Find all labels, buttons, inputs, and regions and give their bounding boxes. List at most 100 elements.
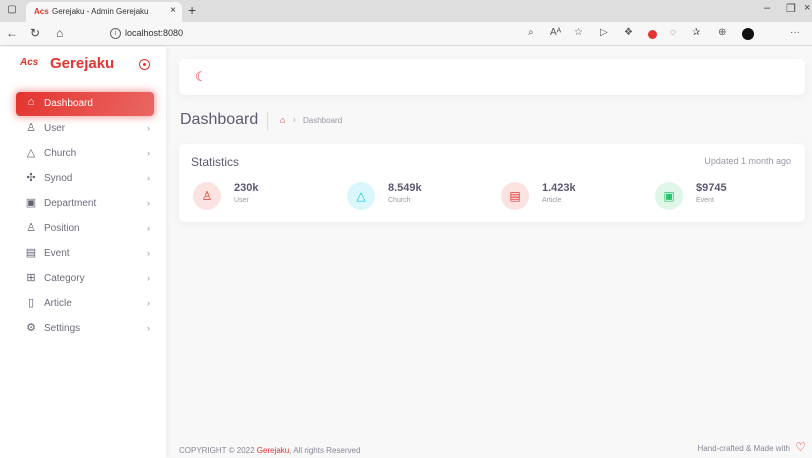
favorite-icon[interactable]: ☆	[574, 27, 583, 38]
window-icon[interactable]: ▢	[6, 4, 18, 16]
sidebar-item-dashboard[interactable]: ⌂ Dashboard	[16, 92, 154, 116]
sidebar-item-label: Position	[44, 223, 80, 234]
sidebar-item-label: User	[44, 123, 66, 134]
sidebar-item-synod[interactable]: ✣ Synod ›	[16, 167, 154, 191]
tab-favicon: Acs	[34, 7, 49, 16]
stat-event: ▣ $9745 Event	[655, 182, 795, 212]
top-navbar: ☾	[179, 59, 805, 95]
tab-title: Gerejaku - Admin Gerejaku	[52, 7, 149, 16]
breadcrumb-home-icon[interactable]: ⌂	[280, 115, 285, 125]
browser-tab-bar: ▢ Acs Gerejaku - Admin Gerejaku × + – ❐ …	[0, 0, 812, 22]
sidebar-item-church[interactable]: △ Church ›	[16, 142, 154, 166]
synod-icon: ✣	[26, 172, 36, 184]
grid-icon: ⊞	[26, 272, 36, 284]
gear-icon: ⚙	[26, 322, 36, 334]
user-icon: ♙	[26, 122, 36, 134]
stat-label: User	[234, 197, 249, 204]
user-icon: ♙	[193, 182, 221, 210]
chevron-right-icon: ›	[147, 223, 150, 233]
chevron-right-icon: ›	[147, 173, 150, 183]
info-icon[interactable]: i	[110, 28, 121, 39]
moon-icon[interactable]: ☾	[195, 69, 207, 85]
sidebar-item-position[interactable]: ♙ Position ›	[16, 217, 154, 241]
sync-icon[interactable]: ◌	[670, 27, 676, 38]
url-input[interactable]: localhost:8080	[125, 28, 183, 38]
favorites-icon[interactable]: ✰	[692, 27, 700, 38]
chevron-right-icon: ›	[147, 198, 150, 208]
sidebar-item-label: Category	[44, 273, 85, 284]
sidebar-item-label: Church	[44, 148, 77, 159]
copyright-suffix: , All rights Reserved	[289, 446, 361, 455]
search-icon[interactable]: ⌕	[528, 27, 534, 38]
document-icon: ▤	[501, 182, 529, 210]
stat-value: 230k	[234, 182, 259, 194]
close-window-icon[interactable]: ×	[804, 2, 810, 14]
statistics-card: Statistics Updated 1 month ago ♙ 230k Us…	[179, 144, 805, 222]
chevron-right-icon: ›	[147, 323, 150, 333]
home-icon[interactable]: ⌂	[56, 26, 63, 40]
sidebar-item-user[interactable]: ♙ User ›	[16, 117, 154, 141]
refresh-icon[interactable]: ↻	[30, 26, 40, 40]
sidebar-item-label: Event	[44, 248, 70, 259]
sidebar-item-event[interactable]: ▤ Event ›	[16, 242, 154, 266]
chevron-right-icon: ›	[147, 123, 150, 133]
stat-label: Article	[542, 197, 562, 204]
address-bar: ← ↻ ⌂ i localhost:8080 ⌕ Aᴬ ☆ ▷ ❖ ◌ ✰ ⊕ …	[0, 22, 812, 46]
chevron-right-icon: ›	[147, 148, 150, 158]
chevron-right-icon: ›	[147, 273, 150, 283]
collections-icon[interactable]: ⊕	[718, 27, 726, 38]
back-icon[interactable]: ←	[6, 26, 18, 40]
sidebar: Acs Gerejaku ⌂ Dashboard ♙ User › △ Chur…	[0, 47, 166, 458]
profile-icon[interactable]	[742, 28, 754, 40]
brand-logo: Acs	[20, 57, 39, 68]
close-tab-icon[interactable]: ×	[170, 5, 176, 16]
chevron-right-icon: ›	[147, 298, 150, 308]
heart-icon: ♡	[795, 440, 806, 454]
triangle-icon: △	[347, 182, 375, 210]
stat-value: $9745	[696, 182, 727, 194]
sidebar-item-label: Department	[44, 198, 97, 209]
play-icon[interactable]: ▷	[600, 27, 608, 38]
sidebar-item-label: Dashboard	[44, 98, 93, 109]
department-icon: ▣	[25, 197, 37, 209]
stat-label: Event	[696, 197, 714, 204]
position-icon: ♙	[26, 222, 36, 234]
home-icon: ⌂	[27, 96, 35, 108]
sidebar-item-label: Settings	[44, 323, 81, 334]
chevron-right-icon: ›	[293, 115, 296, 124]
page-title: Dashboard	[180, 111, 259, 128]
sidebar-item-department[interactable]: ▣ Department ›	[16, 192, 154, 216]
browser-tab[interactable]: Acs Gerejaku - Admin Gerejaku ×	[26, 2, 182, 22]
copyright-text: COPYRIGHT © 2022	[179, 446, 255, 455]
sidebar-item-settings[interactable]: ⚙ Settings ›	[16, 317, 154, 341]
stat-label: Church	[388, 197, 411, 204]
more-icon[interactable]: ···	[790, 27, 800, 38]
stat-user: ♙ 230k User	[193, 182, 333, 212]
statistics-updated: Updated 1 month ago	[704, 156, 791, 166]
stat-value: 8.549k	[388, 182, 422, 194]
sidebar-item-label: Synod	[44, 173, 73, 184]
brand-name[interactable]: Gerejaku	[50, 55, 114, 72]
sidebar-toggle-icon[interactable]	[139, 59, 150, 70]
sidebar-item-article[interactable]: ▯ Article ›	[16, 292, 154, 316]
extension-icon[interactable]: ❖	[624, 27, 633, 38]
new-tab-icon[interactable]: +	[188, 2, 196, 18]
document-icon: ▯	[27, 297, 35, 309]
stat-article: ▤ 1.423k Article	[501, 182, 641, 212]
stat-church: △ 8.549k Church	[347, 182, 487, 212]
calendar-icon: ▣	[655, 182, 683, 210]
restore-icon[interactable]: ❐	[786, 2, 796, 15]
footer-brand-link[interactable]: Gerejaku	[257, 446, 289, 455]
calendar-icon: ▤	[25, 247, 37, 259]
title-divider	[267, 112, 268, 130]
statistics-title: Statistics	[191, 155, 240, 169]
read-aloud-icon[interactable]: Aᴬ	[550, 27, 561, 38]
chevron-right-icon: ›	[147, 248, 150, 258]
minimize-icon[interactable]: –	[764, 2, 770, 14]
stat-value: 1.423k	[542, 182, 576, 194]
footer-copyright: COPYRIGHT © 2022 Gerejaku, All rights Re…	[179, 446, 360, 455]
triangle-icon: △	[26, 147, 36, 159]
sidebar-item-category[interactable]: ⊞ Category ›	[16, 267, 154, 291]
sidebar-item-label: Article	[44, 298, 72, 309]
adblock-icon[interactable]	[648, 30, 657, 39]
